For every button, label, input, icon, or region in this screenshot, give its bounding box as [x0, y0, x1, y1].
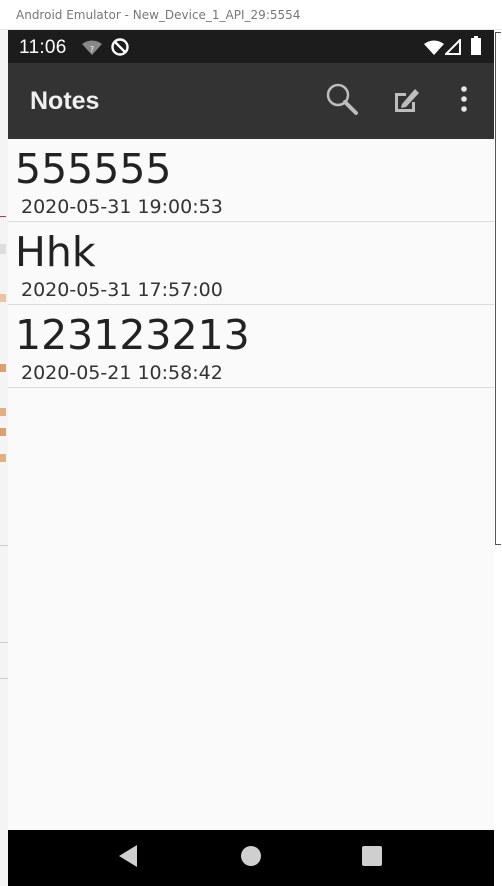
data-saver-icon — [110, 37, 130, 62]
svg-text:x: x — [438, 47, 443, 55]
emulator-screen: 11:06 ? x Notes 555555 2020-05-31 19:00:… — [8, 30, 494, 886]
background-text-fragment — [0, 244, 6, 254]
app-title: Notes — [30, 87, 100, 115]
home-button[interactable] — [236, 844, 266, 872]
background-divider — [0, 678, 8, 679]
recents-button[interactable] — [357, 844, 387, 872]
emulator-window-title: Android Emulator - New_Device_1_API_29:5… — [16, 8, 301, 22]
recents-square-icon — [361, 845, 383, 872]
app-bar: Notes — [8, 63, 494, 139]
background-text-fragment — [0, 206, 6, 217]
overflow-menu-button[interactable] — [442, 79, 486, 123]
search-button[interactable] — [320, 79, 364, 123]
background-ide-window — [0, 30, 8, 886]
note-date: 2020-05-31 17:57:00 — [21, 279, 223, 301]
note-title: 123123213 — [15, 311, 250, 359]
navigation-bar — [8, 830, 494, 886]
emulator-title-bar: Android Emulator - New_Device_1_API_29:5… — [0, 0, 502, 30]
svg-text:?: ? — [90, 45, 94, 54]
note-list-item[interactable]: Hhk 2020-05-31 17:57:00 — [8, 222, 494, 305]
background-text-fragment — [0, 454, 6, 462]
new-note-button[interactable] — [384, 79, 428, 123]
notes-list: 555555 2020-05-31 19:00:53 Hhk 2020-05-3… — [8, 139, 494, 388]
background-text-fragment — [0, 364, 6, 372]
background-divider — [0, 545, 8, 546]
note-title: 555555 — [15, 145, 172, 193]
background-border-line — [495, 544, 501, 545]
background-divider — [0, 642, 8, 643]
background-text-fragment — [0, 428, 6, 436]
search-icon — [325, 82, 359, 121]
note-title: Hhk — [15, 228, 96, 276]
background-border-line — [495, 32, 496, 544]
background-window-edge — [494, 30, 502, 886]
edit-note-icon — [392, 85, 420, 118]
note-list-item[interactable]: 123123213 2020-05-21 10:58:42 — [8, 305, 494, 388]
status-bar: 11:06 ? x — [8, 30, 494, 63]
cell-signal-icon — [443, 37, 461, 60]
background-border-line — [495, 32, 501, 33]
note-date: 2020-05-21 10:58:42 — [21, 362, 223, 384]
background-text-fragment — [0, 408, 6, 416]
wifi-off-icon: x — [423, 39, 445, 60]
more-vert-icon — [460, 85, 468, 117]
home-circle-icon — [240, 845, 262, 872]
back-button[interactable] — [113, 844, 143, 872]
background-text-fragment — [0, 294, 6, 302]
back-triangle-icon — [117, 844, 139, 873]
note-date: 2020-05-31 19:00:53 — [21, 196, 223, 218]
wifi-question-icon: ? — [81, 39, 103, 60]
status-time: 11:06 — [19, 37, 67, 58]
battery-icon — [471, 36, 481, 61]
note-list-item[interactable]: 555555 2020-05-31 19:00:53 — [8, 139, 494, 222]
